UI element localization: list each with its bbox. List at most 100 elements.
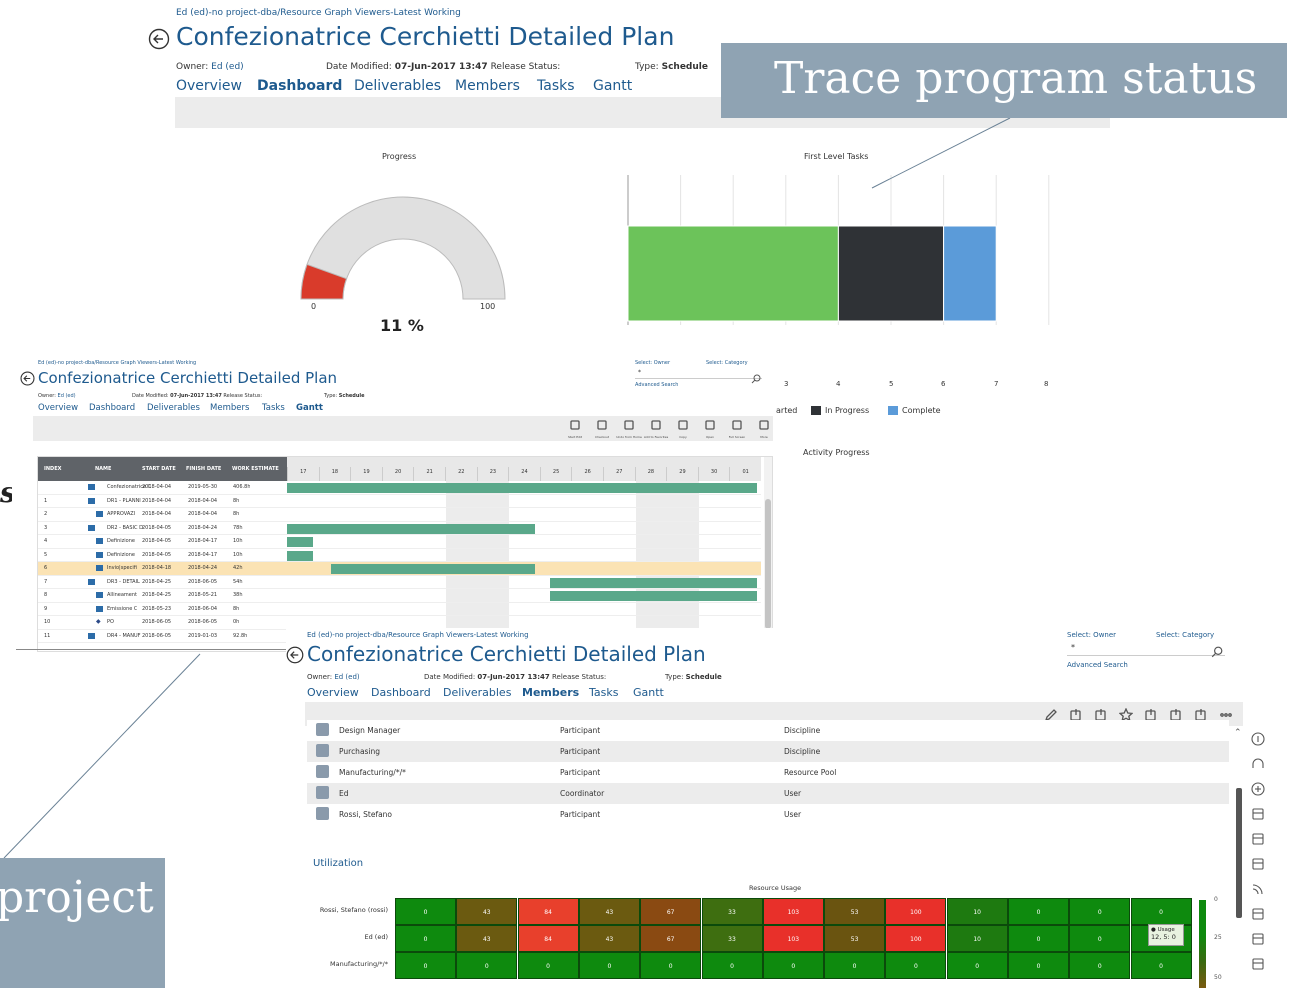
heatmap-cell[interactable]: 43 bbox=[456, 898, 518, 925]
members-tab-gantt[interactable]: Gantt bbox=[633, 686, 664, 699]
member-row[interactable]: Manufacturing/*/* Participant Resource Poo… bbox=[307, 762, 1229, 783]
members-tab-dashboard[interactable]: Dashboard bbox=[371, 686, 431, 699]
gantt-toolbar-7-button[interactable]: More bbox=[751, 416, 776, 441]
heatmap-cell[interactable]: 0 bbox=[1130, 898, 1192, 925]
header-finish[interactable]: FINISH DATE bbox=[186, 466, 221, 472]
heatmap-cell[interactable]: 0 bbox=[395, 898, 456, 925]
back-arrow-icon[interactable] bbox=[148, 28, 170, 50]
gantt-tab-tasks[interactable]: Tasks bbox=[262, 403, 285, 413]
gantt-toolbar-3-button[interactable]: Add to Favorites bbox=[643, 416, 669, 441]
heatmap-cell[interactable]: 84 bbox=[517, 925, 579, 952]
shapes-icon[interactable] bbox=[1250, 806, 1266, 822]
members-select-category[interactable]: Select: Category bbox=[1156, 631, 1214, 639]
heatmap-cell[interactable]: 103 bbox=[762, 925, 824, 952]
members-advanced-search[interactable]: Advanced Search bbox=[1067, 661, 1128, 669]
gantt-toolbar-4-button[interactable]: Copy bbox=[670, 416, 696, 441]
tab-overview[interactable]: Overview bbox=[176, 78, 242, 94]
gantt-scrollbar[interactable] bbox=[764, 457, 772, 652]
owner-value[interactable]: Ed (ed) bbox=[211, 62, 244, 72]
gantt-bar[interactable] bbox=[550, 591, 757, 601]
heatmap-cell[interactable]: 0 bbox=[1008, 952, 1069, 979]
heatmap-cell[interactable]: 67 bbox=[640, 925, 702, 952]
heatmap-cell[interactable]: 0 bbox=[456, 952, 518, 979]
header-work[interactable]: WORK ESTIMATE bbox=[232, 466, 279, 472]
heatmap-cell[interactable]: 0 bbox=[701, 952, 763, 979]
heatmap-cell[interactable]: 0 bbox=[640, 952, 702, 979]
gantt-bar[interactable] bbox=[287, 550, 313, 561]
gantt-tab-overview[interactable]: Overview bbox=[38, 403, 78, 413]
members-tab-overview[interactable]: Overview bbox=[307, 686, 359, 699]
feed-icon[interactable] bbox=[1250, 881, 1266, 897]
gantt-toolbar-1-button[interactable]: Checkout bbox=[589, 416, 615, 441]
gantt-toolbar-6-button[interactable]: Full Screen bbox=[724, 416, 750, 441]
gantt-owner-value[interactable]: Ed (ed) bbox=[58, 393, 76, 399]
heatmap-cell[interactable]: 0 bbox=[885, 952, 947, 979]
heatmap-cell[interactable]: 33 bbox=[701, 898, 763, 925]
gantt-toolbar-2-button[interactable]: Undo from Home bbox=[616, 416, 642, 441]
heatmap-cell[interactable]: 0 bbox=[824, 952, 886, 979]
heatmap-cell[interactable]: 0 bbox=[1008, 925, 1069, 952]
header-name[interactable]: NAME bbox=[95, 466, 111, 472]
heatmap-cell[interactable]: 0 bbox=[1130, 952, 1192, 979]
tab-deliverables[interactable]: Deliverables bbox=[354, 78, 441, 94]
gantt-tab-deliverables[interactable]: Deliverables bbox=[147, 403, 200, 413]
gantt-search-icon[interactable] bbox=[751, 369, 761, 384]
heatmap-cell[interactable]: 0 bbox=[395, 925, 456, 952]
heatmap-cell[interactable]: 100 bbox=[885, 898, 947, 925]
tab-dashboard[interactable]: Dashboard bbox=[257, 78, 342, 94]
members-back-icon[interactable] bbox=[286, 646, 304, 664]
tab-tasks[interactable]: Tasks bbox=[537, 78, 575, 94]
heatmap-cell[interactable]: 53 bbox=[824, 898, 886, 925]
heatmap-cell[interactable]: 0 bbox=[762, 952, 824, 979]
heatmap-cell[interactable]: 53 bbox=[824, 925, 886, 952]
gantt-tab-members[interactable]: Members bbox=[210, 403, 249, 413]
member-row[interactable]: Rossi, Stefano Participant User bbox=[307, 804, 1229, 825]
heatmap-cell[interactable]: 10 bbox=[946, 898, 1008, 925]
gantt-select-owner[interactable]: Select: Owner bbox=[635, 360, 670, 366]
gantt-toolbar-0-button[interactable]: Start Edit bbox=[562, 416, 588, 441]
gantt-bar[interactable] bbox=[287, 483, 757, 493]
bar-segment-3[interactable] bbox=[943, 225, 997, 322]
header-index[interactable]: INDEX bbox=[44, 466, 61, 472]
heatmap-cell[interactable]: 10 bbox=[946, 925, 1008, 952]
tab-gantt[interactable]: Gantt bbox=[593, 78, 632, 94]
members-search-input[interactable]: * bbox=[1067, 643, 1225, 656]
gantt-bar[interactable] bbox=[287, 523, 535, 534]
heatmap-cell[interactable]: 0 bbox=[578, 952, 640, 979]
tab-members[interactable]: Members bbox=[455, 78, 520, 94]
heatmap-cell[interactable]: 33 bbox=[701, 925, 763, 952]
gantt-breadcrumb[interactable]: Ed (ed)-no project-dba/Resource Graph Vi… bbox=[38, 360, 196, 366]
add-icon[interactable] bbox=[1250, 781, 1266, 797]
heatmap-cell[interactable]: 0 bbox=[946, 952, 1008, 979]
info-icon[interactable] bbox=[1250, 731, 1266, 747]
members-search-icon[interactable] bbox=[1211, 643, 1223, 658]
members-breadcrumb[interactable]: Ed (ed)-no project-dba/Resource Graph Vi… bbox=[307, 631, 529, 639]
heatmap-cell[interactable]: 43 bbox=[578, 898, 640, 925]
heatmap-cell[interactable]: 84 bbox=[517, 898, 579, 925]
members-scroll-up-icon[interactable]: ⌃ bbox=[1234, 728, 1242, 738]
heatmap-cell[interactable]: 0 bbox=[1069, 898, 1131, 925]
document-icon[interactable] bbox=[1250, 931, 1266, 947]
gantt-back-icon[interactable] bbox=[20, 371, 35, 386]
gantt-search-input[interactable]: * bbox=[635, 369, 762, 379]
gantt-bar[interactable] bbox=[287, 537, 313, 547]
heatmap-cell[interactable]: 0 bbox=[1069, 925, 1131, 952]
pictures-icon[interactable] bbox=[1250, 956, 1266, 972]
heatmap-cell[interactable]: 43 bbox=[456, 925, 518, 952]
member-row[interactable]: Ed Coordinator User bbox=[307, 783, 1229, 804]
member-row[interactable]: Design Manager Participant Discipline bbox=[307, 720, 1229, 741]
bar-segment-1[interactable] bbox=[627, 225, 839, 322]
members-tab-members[interactable]: Members bbox=[522, 686, 579, 699]
header-start[interactable]: START DATE bbox=[142, 466, 176, 472]
heatmap-cell[interactable]: 0 bbox=[517, 952, 579, 979]
headset-icon[interactable] bbox=[1250, 756, 1266, 772]
gantt-tab-gantt[interactable]: Gantt bbox=[296, 403, 323, 413]
members-tab-deliverables[interactable]: Deliverables bbox=[443, 686, 511, 699]
heatmap-cell[interactable]: 0 bbox=[1069, 952, 1131, 979]
gantt-tab-dashboard[interactable]: Dashboard bbox=[89, 403, 135, 413]
gantt-select-category[interactable]: Select: Category bbox=[706, 360, 748, 366]
members-tab-tasks[interactable]: Tasks bbox=[589, 686, 618, 699]
table-icon[interactable] bbox=[1250, 831, 1266, 847]
gantt-advanced-search[interactable]: Advanced Search bbox=[635, 382, 678, 388]
gantt-bar[interactable] bbox=[550, 577, 757, 588]
